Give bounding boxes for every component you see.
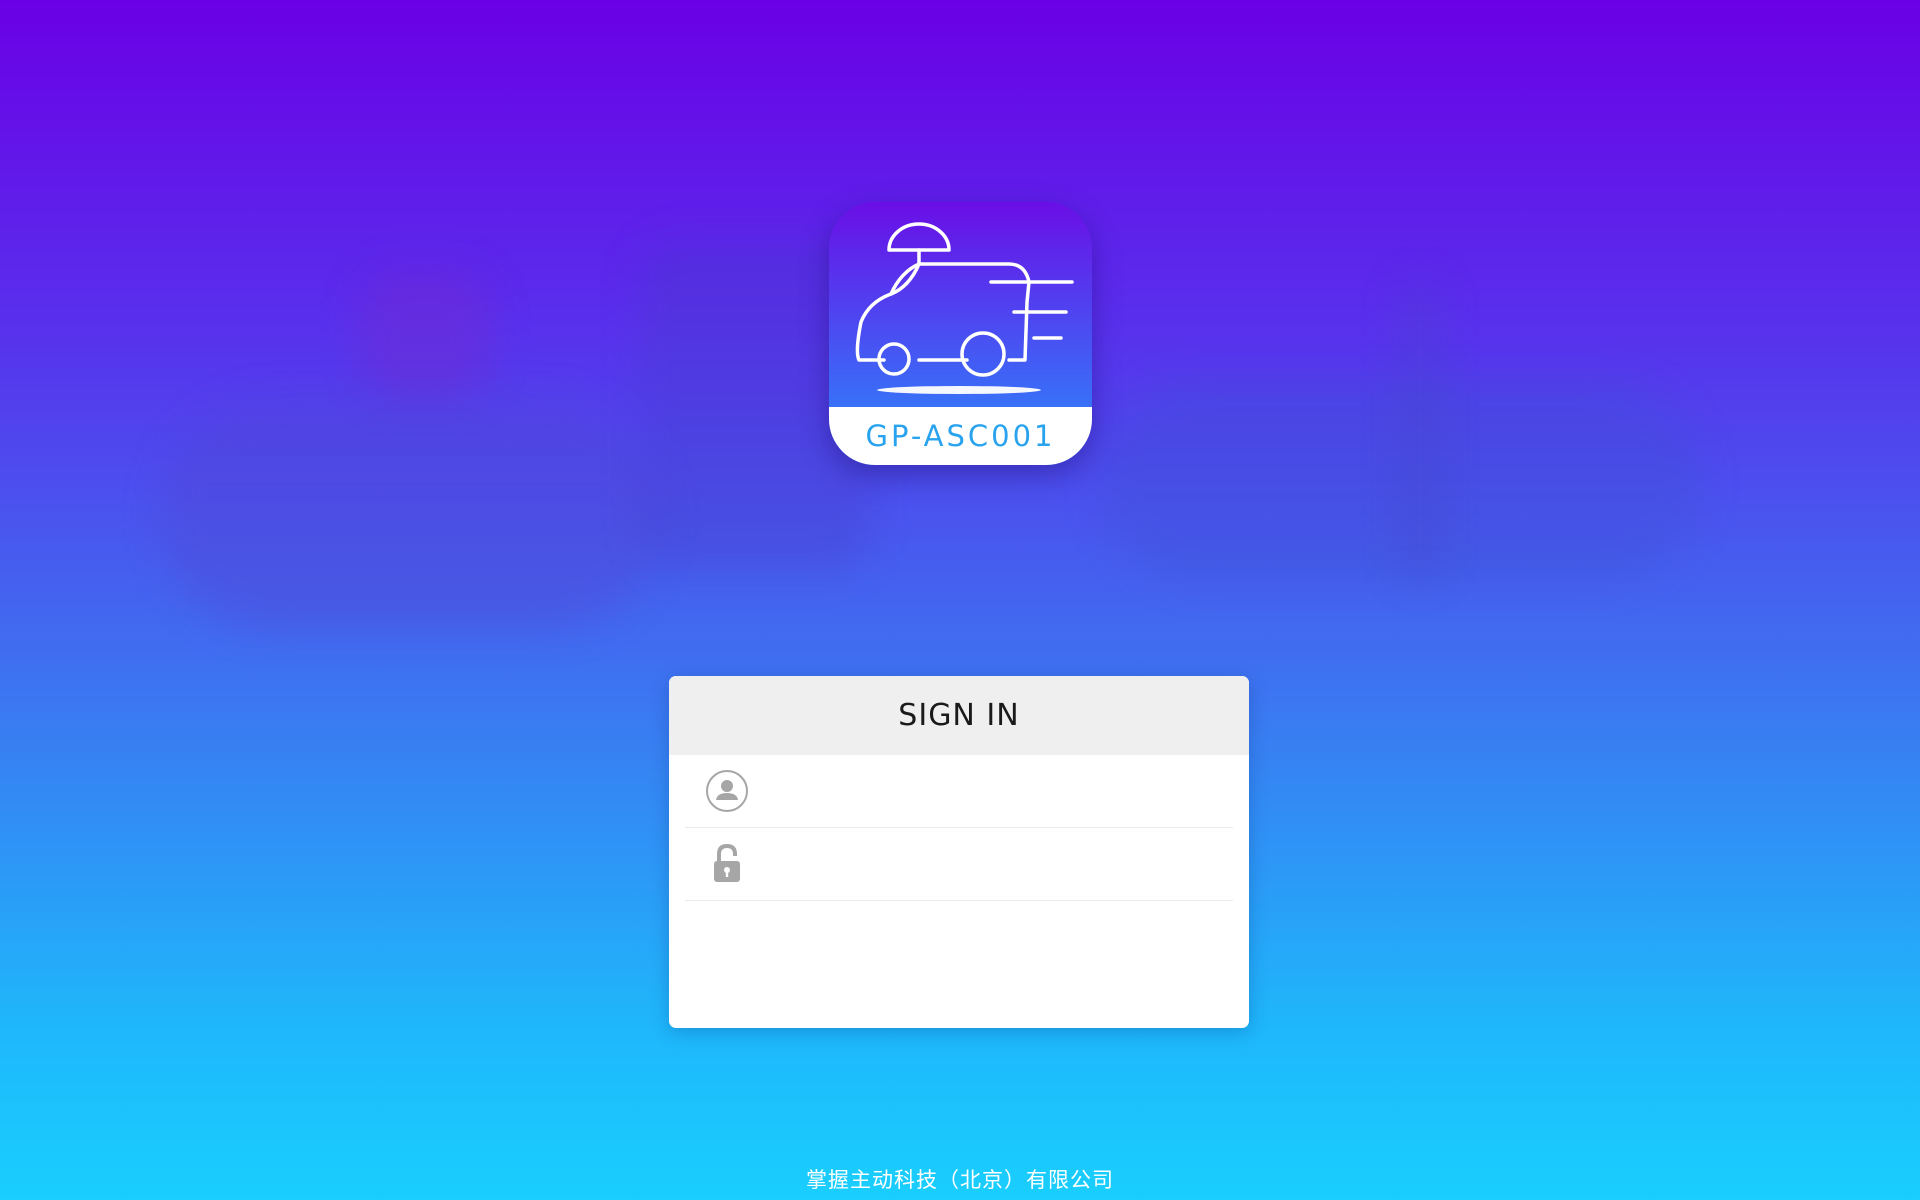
footer-company-name: 掌握主动科技（北京）有限公司 xyxy=(806,1168,1114,1192)
password-input[interactable] xyxy=(767,838,1223,890)
username-input[interactable] xyxy=(767,765,1223,817)
sign-in-header: SIGN IN xyxy=(669,676,1249,755)
lock-icon xyxy=(705,842,749,886)
app-icon-label: GP-ASC001 xyxy=(829,407,1092,465)
app-logo-icon: GP-ASC001 xyxy=(829,202,1092,465)
user-icon xyxy=(705,769,749,813)
sign-in-title: SIGN IN xyxy=(898,698,1020,733)
password-row xyxy=(685,828,1233,901)
username-row xyxy=(685,755,1233,828)
sign-in-card: SIGN IN xyxy=(669,676,1249,1028)
